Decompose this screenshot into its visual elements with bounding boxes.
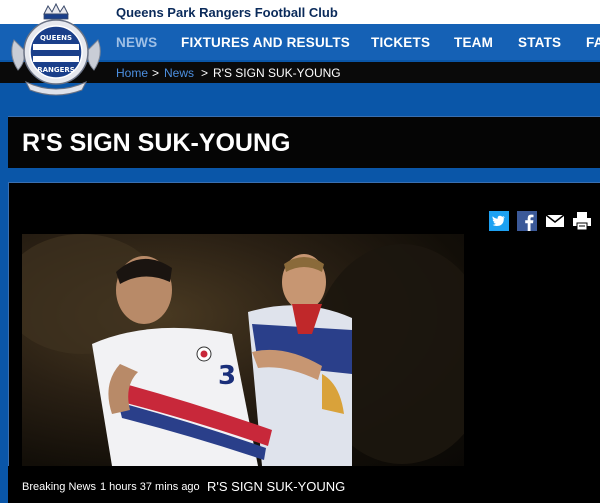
nav-item-fa[interactable]: FA <box>586 35 600 50</box>
article-title-box: R'S SIGN SUK-YOUNG <box>8 116 600 168</box>
breadcrumb-home-link[interactable]: Home <box>116 66 148 80</box>
club-name: Queens Park Rangers Football Club <box>116 5 338 20</box>
crest-text-park: PARK <box>47 50 65 57</box>
caption-timestamp: 1 hours 37 mins ago <box>100 481 200 493</box>
nav-item-tickets[interactable]: TICKETS <box>371 35 430 50</box>
crest-text-rangers: RANGERS <box>37 66 75 74</box>
breadcrumb-separator: > <box>201 66 209 80</box>
email-icon[interactable] <box>545 211 565 231</box>
nav-item-team[interactable]: TEAM <box>454 35 493 50</box>
breadcrumb-current: R'S SIGN SUK-YOUNG <box>213 66 341 80</box>
print-icon[interactable] <box>572 211 592 231</box>
jersey-number: 3 <box>218 361 236 391</box>
twitter-icon[interactable] <box>489 211 509 231</box>
nav-item-stats[interactable]: STATS <box>518 35 561 50</box>
facebook-icon[interactable] <box>517 211 537 231</box>
club-crest-logo[interactable]: QUEENS PARK RANGERS <box>6 0 106 100</box>
breadcrumb-separator: > <box>152 66 160 80</box>
nav-item-news[interactable]: NEWS <box>116 35 157 50</box>
crest-text-queens: QUEENS <box>40 34 72 42</box>
nav-item-fixtures-and-results[interactable]: FIXTURES AND RESULTS <box>181 35 350 50</box>
breadcrumb-news-link[interactable]: News <box>164 66 194 80</box>
breaking-news-label: Breaking News <box>22 481 96 493</box>
article-photo: 3 <box>22 234 464 466</box>
page-title: R'S SIGN SUK-YOUNG <box>22 129 291 157</box>
caption-headline[interactable]: R'S SIGN SUK-YOUNG <box>207 479 345 494</box>
